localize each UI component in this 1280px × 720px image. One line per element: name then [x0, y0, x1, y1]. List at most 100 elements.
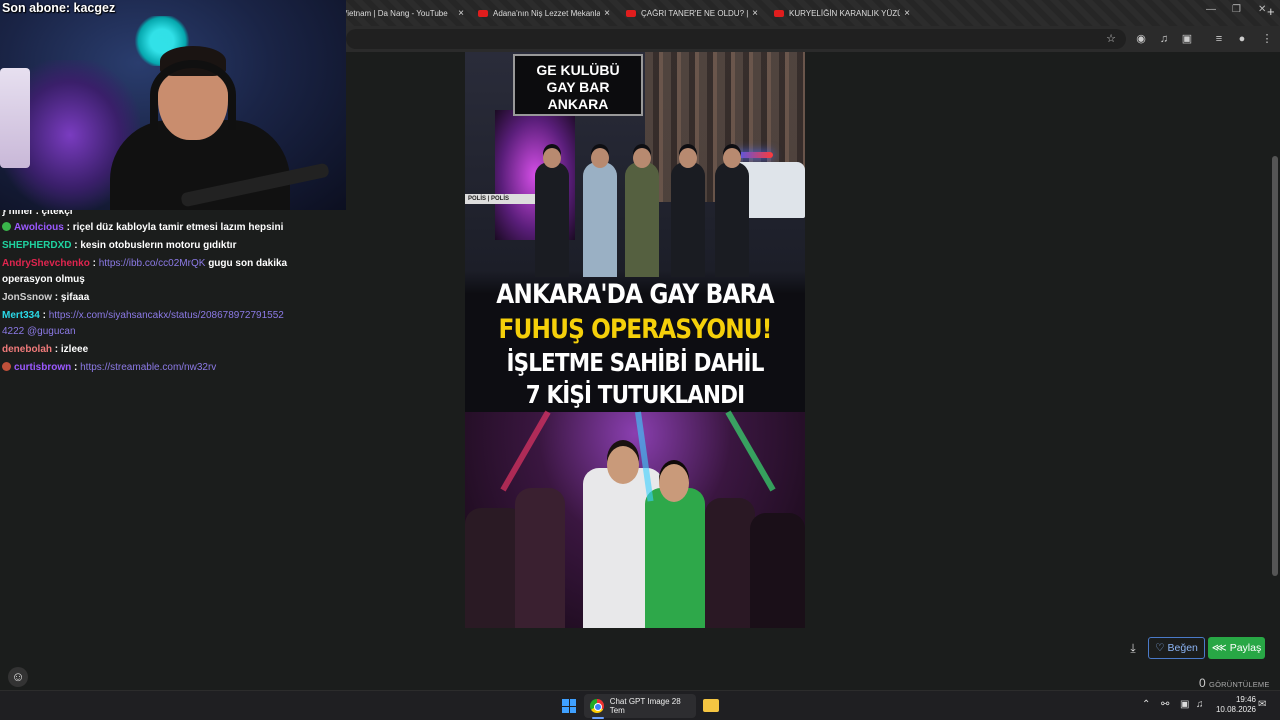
chrome-icon	[590, 699, 604, 713]
chat-text: : kesin otobuslerın motoru gıdıktır	[74, 240, 237, 251]
close-icon[interactable]: ×	[748, 8, 762, 19]
headline-line: ANKARA'DA GAY BARA	[496, 279, 774, 310]
police-tape: POLİS | POLİS	[465, 194, 535, 204]
audio-icon[interactable]: ♫	[1157, 32, 1171, 46]
close-icon[interactable]: ×	[454, 8, 468, 19]
puzzle-icon[interactable]: ▣	[1180, 32, 1194, 46]
emoji-icon[interactable]: ☺	[8, 667, 28, 687]
system-clock[interactable]: 19:46 10.08.2026	[1212, 695, 1256, 715]
tab-kuryeligin[interactable]: KURYELİĞİN KARANLIK YÜZÜ: I ×	[768, 3, 914, 23]
youtube-icon	[478, 9, 488, 17]
chat-user[interactable]: Mert334	[2, 310, 40, 321]
headline-line-highlight: FUHUŞ OPERASYONU!	[498, 314, 773, 345]
stream-chat: } niner . çıtekçı Awolcious : riçel düz …	[0, 206, 290, 376]
profile-icon[interactable]: ●	[1235, 32, 1249, 46]
chat-text: : şifaaa	[54, 292, 90, 303]
chat-message: Mert334 : https://x.com/siyahsancakx/sta…	[2, 310, 284, 337]
chat-user[interactable]: AndryShevchenko	[2, 258, 90, 269]
chat-user[interactable]: Awolcious	[14, 222, 64, 233]
poster-headline: ANKARA'DA GAY BARA FUHUŞ OPERASYONU! İŞL…	[489, 277, 781, 411]
chat-message: denebolah : izleee	[0, 342, 290, 358]
taskbar-chrome-window[interactable]: Chat GPT Image 28 Tem	[584, 694, 696, 718]
active-indicator	[592, 717, 604, 719]
file-explorer-icon[interactable]	[703, 699, 719, 712]
view-counter: 0 GÖRÜNTÜLEME	[1199, 676, 1270, 690]
crowd-figure	[750, 513, 805, 628]
officer	[715, 148, 749, 277]
clock-date: 10.08.2026	[1215, 705, 1256, 714]
like-button[interactable]: ♡ Beğen	[1148, 637, 1205, 659]
webcam-overlay: Son abone: kacgez	[0, 0, 346, 210]
club-sign: GE KULÜBÜ GAY BAR ANKARA	[513, 54, 643, 116]
chat-link[interactable]: https://streamable.com/nw32rv	[80, 362, 216, 373]
crowd-figure	[705, 498, 755, 628]
maximize-icon[interactable]: ❐	[1232, 4, 1241, 15]
taskbar-window-title: Chat GPT Image 28 Tem	[609, 697, 681, 715]
sign-line: GE KULÜBÜ	[536, 62, 620, 78]
scrollbar-thumb[interactable]	[1272, 156, 1278, 576]
views-count: 0	[1199, 676, 1206, 690]
new-tab-button[interactable]: +	[1267, 4, 1275, 19]
chat-message: curtisbrown : https://streamable.com/nw3…	[0, 360, 290, 376]
download-button[interactable]: ⤓	[1122, 637, 1144, 659]
chat-link[interactable]: https://ibb.co/cc02MrQK	[99, 258, 206, 269]
pc-case	[0, 68, 30, 168]
notification-icon[interactable]: ✉	[1258, 699, 1266, 710]
tab-title: Adana'nın Niş Lezzet Mekanları	[493, 8, 600, 18]
volume-icon[interactable]: ♫	[1196, 699, 1204, 710]
youtube-icon	[626, 9, 636, 17]
menu-icon[interactable]: ⋮	[1260, 32, 1274, 46]
youtube-icon	[774, 9, 784, 17]
microphone-icon[interactable]: ⚯	[1161, 699, 1169, 710]
chat-message: SHEPHERDXD : kesin otobuslerın motoru gı…	[0, 238, 290, 254]
headline-line: İŞLETME SAHİBİ DAHİL	[506, 348, 764, 377]
media-icon[interactable]: ≡	[1212, 32, 1226, 46]
like-label: Beğen	[1167, 642, 1198, 654]
bookmark-star-icon[interactable]: ☆	[1104, 32, 1118, 46]
extension-icon[interactable]: ◉	[1134, 32, 1148, 46]
chat-message: AndryShevchenko : https://ibb.co/cc02MrQ…	[2, 258, 288, 285]
officer	[535, 148, 569, 277]
suspect	[583, 148, 617, 277]
chat-user[interactable]: JonSsnow	[2, 292, 52, 303]
network-icon[interactable]: ▣	[1180, 699, 1189, 710]
screen: Vietnam | Da Nang - YouTube × Adana'nın …	[0, 0, 1280, 720]
suspect	[625, 148, 659, 277]
chat-link[interactable]: https://x.com/siyahsancakx/status/208678…	[2, 310, 284, 337]
chat-text: : izleee	[54, 344, 89, 355]
share-icon: ⋘	[1211, 642, 1227, 654]
tab-title: KURYELİĞİN KARANLIK YÜZÜ: I	[789, 8, 900, 18]
officer	[671, 148, 705, 277]
headline-line: 7 KİŞİ TUTUKLANDI	[525, 380, 745, 409]
minimize-icon[interactable]: —	[1206, 4, 1216, 15]
chat-user[interactable]: SHEPHERDXD	[2, 240, 71, 251]
tab-cagri-taner[interactable]: ÇAĞRI TANER'E NE OLDU? | TÜ ×	[620, 3, 762, 23]
window-close-icon[interactable]: ✕	[1258, 4, 1266, 15]
tab-adana[interactable]: Adana'nın Niş Lezzet Mekanları ×	[472, 3, 614, 23]
last-subscriber-label: Son abone: kacgez	[2, 1, 116, 15]
windows-taskbar: Chat GPT Image 28 Tem ⌃ ⚯ ▣ ♫ 19:46 10.0…	[0, 690, 1280, 720]
address-bar: ☆ ◉ ♫ ▣ ≡ ● ⋮	[346, 26, 1280, 52]
close-icon[interactable]: ×	[900, 8, 914, 19]
news-image: GE KULÜBÜ GAY BAR ANKARA POLİS | POLİS A…	[465, 52, 805, 628]
url-field[interactable]	[346, 29, 1126, 49]
badge-icon	[2, 362, 11, 371]
badge-icon	[2, 222, 11, 231]
windows-start-icon[interactable]	[562, 699, 576, 713]
scrollbar[interactable]	[1270, 52, 1280, 690]
chat-message: JonSsnow : şifaaa	[0, 290, 290, 306]
chat-text: : riçel düz kabloyla tamir etmesi lazım …	[66, 222, 284, 233]
chat-user[interactable]: curtisbrown	[14, 362, 71, 373]
tab-vietnam[interactable]: Vietnam | Da Nang - YouTube ×	[336, 3, 468, 23]
club-scene	[465, 412, 805, 628]
chat-user[interactable]: denebolah	[2, 344, 52, 355]
views-label: GÖRÜNTÜLEME	[1209, 680, 1270, 689]
tab-title: ÇAĞRI TANER'E NE OLDU? | TÜ	[641, 8, 748, 18]
share-label: Paylaş	[1229, 642, 1262, 654]
headset	[150, 60, 236, 130]
close-icon[interactable]: ×	[600, 8, 614, 19]
tray-chevron-icon[interactable]: ⌃	[1142, 699, 1150, 710]
sign-line: GAY BAR	[546, 79, 610, 95]
share-button[interactable]: ⋘ Paylaş	[1208, 637, 1265, 659]
sign-line: ANKARA	[547, 96, 609, 112]
